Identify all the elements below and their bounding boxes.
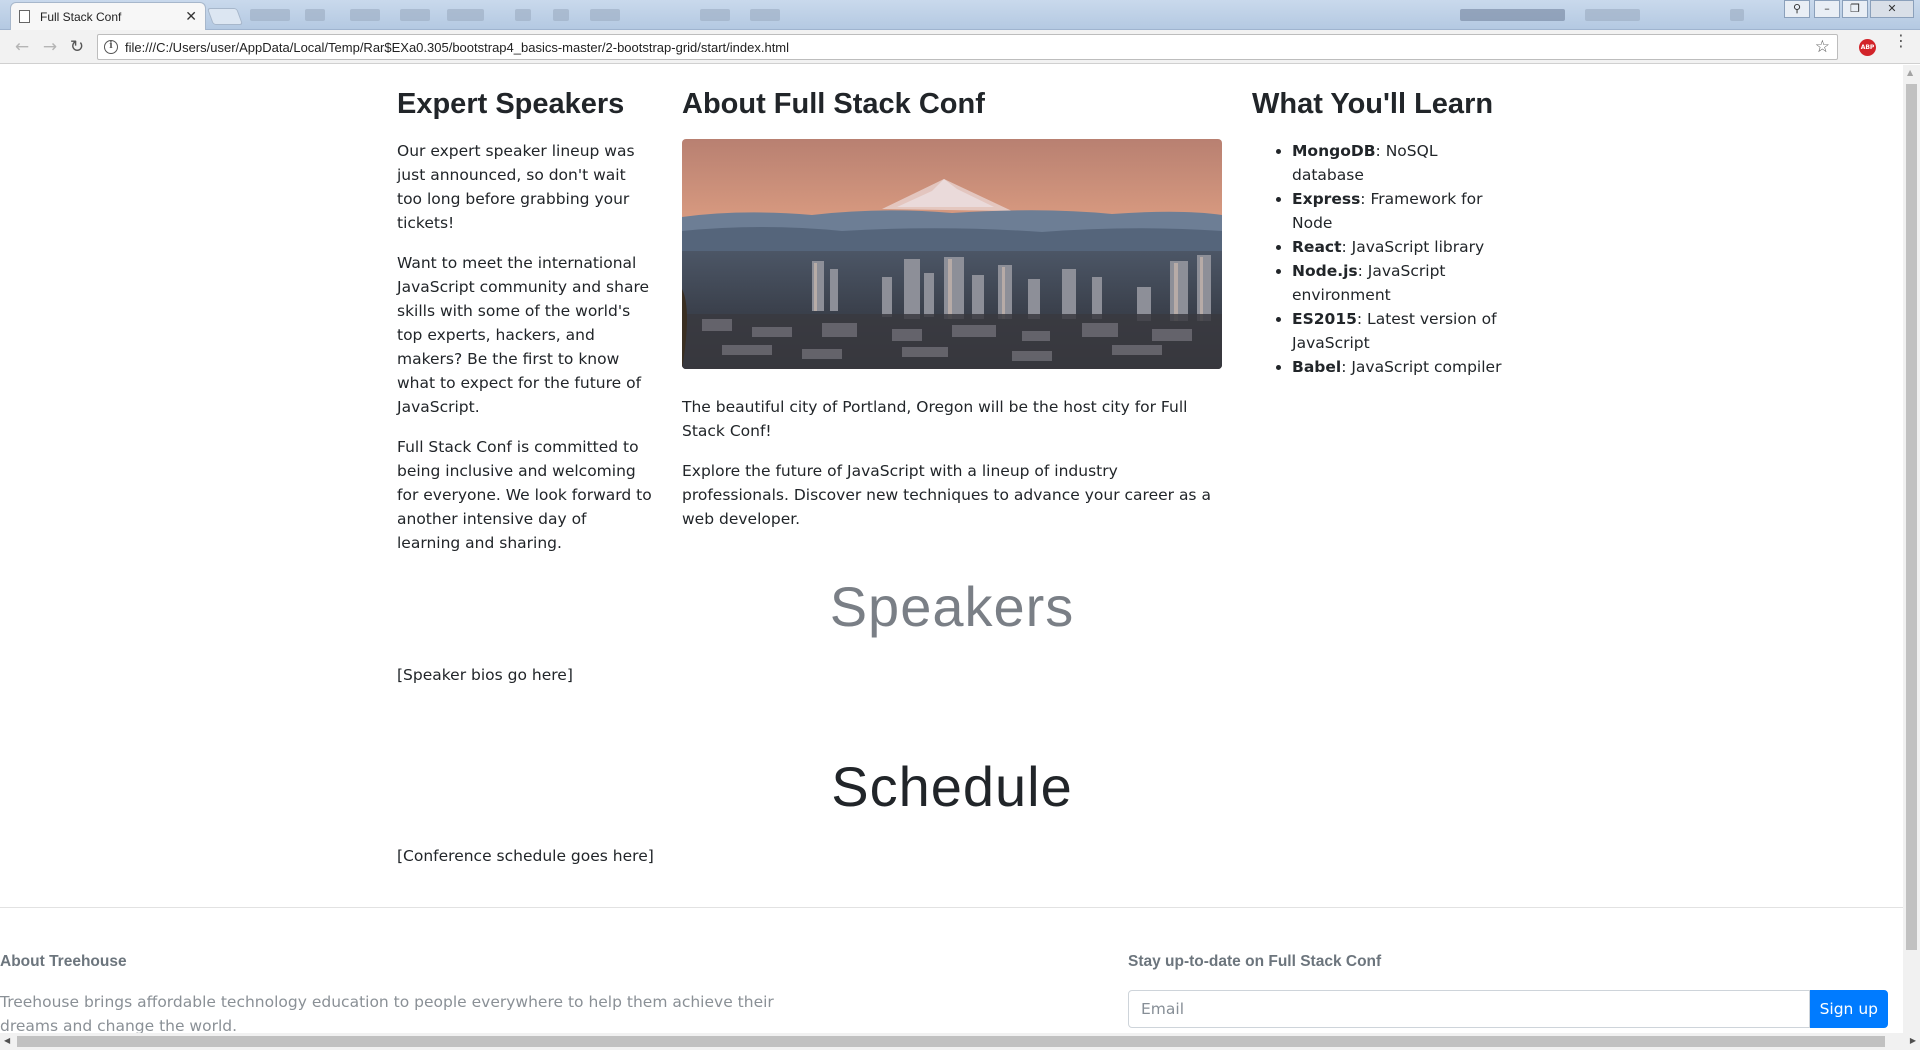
scroll-right-icon[interactable]: ▶ bbox=[1910, 1036, 1916, 1045]
blurred-taskbar-item bbox=[1460, 9, 1565, 21]
vertical-scrollbar[interactable]: ▲ bbox=[1903, 65, 1920, 1033]
blurred-taskbar-item bbox=[553, 9, 569, 21]
list-item: React: JavaScript library bbox=[1292, 235, 1507, 259]
browser-tab[interactable]: Full Stack Conf ✕ bbox=[10, 2, 206, 30]
horizontal-scroll-thumb[interactable] bbox=[17, 1036, 1885, 1047]
item-term: Node.js bbox=[1292, 262, 1358, 280]
paragraph: Full Stack Conf is committed to being in… bbox=[397, 438, 652, 552]
footer-about-text: Treehouse brings affordable technology e… bbox=[0, 993, 774, 1033]
new-tab-button[interactable] bbox=[206, 8, 244, 25]
blurred-taskbar-item bbox=[590, 9, 620, 21]
back-arrow-icon[interactable]: ← bbox=[12, 37, 32, 57]
learn-list: MongoDB: NoSQL database Express: Framewo… bbox=[1252, 139, 1507, 379]
portland-skyline-image bbox=[682, 139, 1222, 369]
address-bar[interactable]: i file:///C:/Users/user/AppData/Local/Te… bbox=[97, 34, 1838, 60]
info-icon[interactable]: i bbox=[104, 40, 118, 54]
item-term: Babel bbox=[1292, 358, 1342, 376]
blurred-taskbar-item bbox=[305, 9, 325, 21]
column-what-youll-learn: What You'll Learn MongoDB: NoSQL databas… bbox=[1237, 65, 1522, 379]
adblock-icon[interactable]: ABP bbox=[1859, 39, 1876, 56]
browser-toolbar: ← → ↻ i file:///C:/Users/user/AppData/Lo… bbox=[0, 30, 1920, 64]
minimize-icon[interactable]: – bbox=[1814, 0, 1840, 18]
blurred-taskbar-item bbox=[515, 9, 531, 21]
blurred-taskbar-item bbox=[350, 9, 380, 21]
newsletter-heading: Stay up-to-date on Full Stack Conf bbox=[1128, 953, 1382, 970]
tab-title: Full Stack Conf bbox=[40, 9, 122, 24]
speakers-title: Speakers bbox=[829, 575, 1075, 638]
item-desc: : JavaScript library bbox=[1341, 238, 1485, 256]
scroll-left-icon[interactable]: ◀ bbox=[4, 1036, 10, 1045]
menu-icon[interactable]: ⋮ bbox=[1893, 33, 1909, 49]
heading-expert-speakers: Expert Speakers bbox=[397, 88, 625, 120]
sign-up-button[interactable]: Sign up bbox=[1809, 990, 1888, 1028]
email-field[interactable] bbox=[1128, 990, 1810, 1028]
close-tab-icon[interactable]: ✕ bbox=[185, 10, 197, 24]
paragraph: The beautiful city of Portland, Oregon w… bbox=[682, 398, 1188, 440]
speakers-placeholder: [Speaker bios go here] bbox=[397, 666, 573, 684]
window-close-icon[interactable]: ✕ bbox=[1870, 0, 1914, 18]
user-icon[interactable]: ⚲ bbox=[1784, 0, 1810, 18]
page-viewport: Expert Speakers Our expert speaker lineu… bbox=[0, 65, 1903, 1033]
list-item: MongoDB: NoSQL database bbox=[1292, 139, 1507, 187]
reload-icon[interactable]: ↻ bbox=[67, 37, 87, 57]
blurred-taskbar-item bbox=[400, 9, 430, 21]
schedule-title: Schedule bbox=[831, 755, 1073, 818]
newsletter-form: Sign up bbox=[1128, 990, 1888, 1028]
forward-arrow-icon[interactable]: → bbox=[40, 37, 60, 57]
column-about: About Full Stack Conf The beautiful city… bbox=[667, 65, 1237, 547]
column-expert-speakers: Expert Speakers Our expert speaker lineu… bbox=[382, 65, 667, 571]
main-container: Expert Speakers Our expert speaker lineu… bbox=[382, 65, 1522, 907]
footer-newsletter: Stay up-to-date on Full Stack Conf Sign … bbox=[1128, 908, 1888, 1028]
paragraph: Explore the future of JavaScript with a … bbox=[682, 462, 1211, 528]
list-item: Node.js: JavaScript environment bbox=[1292, 259, 1507, 307]
blurred-taskbar-item bbox=[700, 9, 730, 21]
blurred-taskbar-item bbox=[447, 9, 484, 21]
horizontal-scrollbar[interactable]: ◀ ▶ bbox=[0, 1033, 1920, 1050]
item-term: React bbox=[1292, 238, 1342, 256]
window-titlebar: Full Stack Conf ✕ ⚲ – ❐ ✕ bbox=[0, 0, 1920, 30]
star-icon[interactable]: ☆ bbox=[1815, 37, 1830, 57]
schedule-placeholder: [Conference schedule goes here] bbox=[397, 847, 654, 865]
item-term: Express bbox=[1292, 190, 1361, 208]
item-term: MongoDB bbox=[1292, 142, 1376, 160]
blurred-taskbar-item bbox=[1730, 9, 1744, 21]
paragraph: Want to meet the international JavaScrip… bbox=[397, 254, 650, 416]
footer-about: About Treehouse Treehouse brings afforda… bbox=[0, 908, 780, 1033]
heading-what-youll-learn: What You'll Learn bbox=[1252, 88, 1494, 120]
footer: About Treehouse Treehouse brings afforda… bbox=[0, 907, 1903, 1033]
item-desc: : JavaScript compiler bbox=[1341, 358, 1502, 376]
scroll-up-icon[interactable]: ▲ bbox=[1907, 68, 1913, 77]
restore-icon[interactable]: ❐ bbox=[1842, 0, 1868, 18]
list-item: Express: Framework for Node bbox=[1292, 187, 1507, 235]
url-text[interactable]: file:///C:/Users/user/AppData/Local/Temp… bbox=[125, 40, 1815, 55]
list-item: ES2015: Latest version of JavaScript bbox=[1292, 307, 1507, 355]
footer-about-heading: About Treehouse bbox=[0, 953, 127, 970]
blurred-taskbar-item bbox=[750, 9, 780, 21]
list-item: Babel: JavaScript compiler bbox=[1292, 355, 1507, 379]
paragraph: Our expert speaker lineup was just annou… bbox=[397, 142, 635, 232]
blurred-taskbar-item bbox=[250, 9, 290, 21]
page-icon bbox=[19, 10, 30, 23]
item-term: ES2015 bbox=[1292, 310, 1357, 328]
vertical-scroll-thumb[interactable] bbox=[1906, 84, 1917, 950]
heading-about: About Full Stack Conf bbox=[682, 88, 985, 120]
blurred-taskbar-item bbox=[1585, 9, 1640, 21]
